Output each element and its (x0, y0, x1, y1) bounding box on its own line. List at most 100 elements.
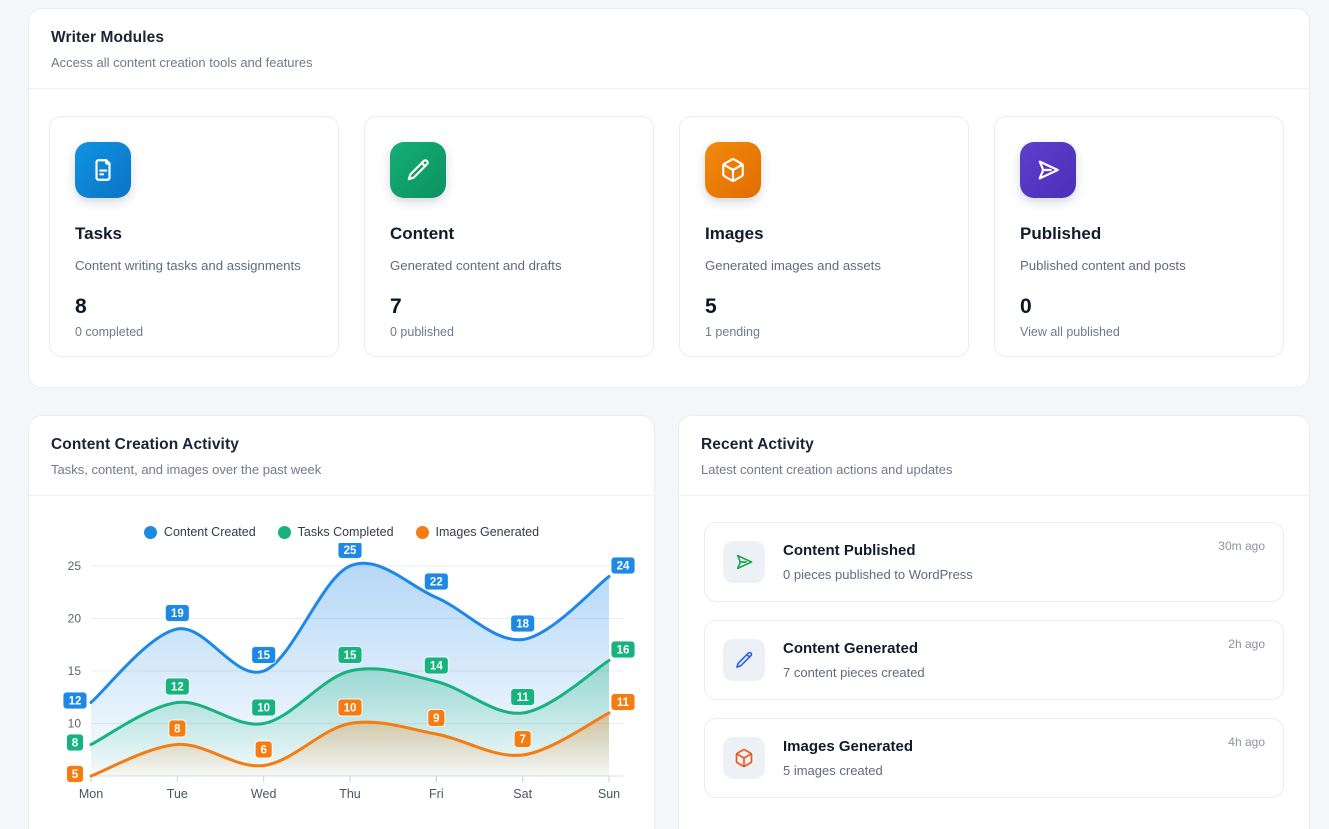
activity-item-subtitle: 7 content pieces created (783, 665, 925, 680)
svg-text:Tue: Tue (167, 787, 188, 801)
svg-text:12: 12 (171, 682, 184, 694)
activity-item-time: 2h ago (1228, 637, 1265, 651)
svg-text:15: 15 (68, 664, 82, 678)
svg-text:Thu: Thu (339, 787, 361, 801)
chart-subtitle: Tasks, content, and images over the past… (51, 462, 632, 477)
recent-activity-header: Recent Activity Latest content creation … (679, 416, 1309, 495)
svg-text:8: 8 (72, 738, 79, 750)
svg-text:9: 9 (433, 713, 439, 725)
chart-title: Content Creation Activity (51, 436, 632, 454)
send-icon-box (723, 541, 765, 583)
images-icon-box (705, 142, 761, 198)
svg-text:16: 16 (617, 645, 630, 657)
legend-dot (278, 526, 291, 539)
legend-label: Content Created (164, 525, 256, 539)
svg-text:10: 10 (68, 717, 82, 731)
module-count: 7 (390, 295, 628, 319)
svg-text:11: 11 (517, 692, 530, 704)
svg-text:12: 12 (69, 696, 82, 708)
svg-text:24: 24 (617, 561, 630, 573)
writer-modules-header: Writer Modules Access all content creati… (29, 9, 1309, 88)
box-icon-box (723, 737, 765, 779)
activity-item-time: 4h ago (1228, 735, 1265, 749)
svg-text:Wed: Wed (251, 787, 277, 801)
svg-text:25: 25 (68, 559, 82, 573)
svg-text:19: 19 (171, 608, 184, 620)
module-card-content[interactable]: Content Generated content and drafts 7 0… (364, 116, 654, 357)
chart-header: Content Creation Activity Tasks, content… (29, 416, 654, 495)
activity-item-content-published[interactable]: Content Published 0 pieces published to … (704, 522, 1284, 602)
activity-item-title: Content Generated (783, 640, 925, 657)
module-card-published[interactable]: Published Published content and posts 0 … (994, 116, 1284, 357)
svg-text:14: 14 (430, 661, 443, 673)
box-icon (720, 157, 746, 183)
module-substat: View all published (1020, 325, 1258, 339)
published-icon-box (1020, 142, 1076, 198)
send-icon (734, 552, 754, 572)
recent-activity-subtitle: Latest content creation actions and upda… (701, 462, 1287, 477)
activity-item-time: 30m ago (1218, 539, 1265, 553)
svg-text:7: 7 (519, 734, 525, 746)
legend-dot (416, 526, 429, 539)
activity-item-subtitle: 0 pieces published to WordPress (783, 567, 973, 582)
svg-text:5: 5 (72, 769, 79, 781)
tasks-icon-box (75, 142, 131, 198)
svg-text:10: 10 (257, 703, 270, 715)
svg-text:Sat: Sat (513, 787, 532, 801)
svg-text:11: 11 (617, 697, 630, 709)
content-creation-activity-panel: Content Creation Activity Tasks, content… (28, 415, 655, 829)
module-title: Tasks (75, 224, 313, 244)
recent-activity-title: Recent Activity (701, 436, 1287, 454)
activity-item-title: Images Generated (783, 738, 913, 755)
module-substat: 0 completed (75, 325, 313, 339)
pencil-icon-box (723, 639, 765, 681)
pencil-icon (734, 650, 754, 670)
content-icon-box (390, 142, 446, 198)
activity-item-content-generated[interactable]: Content Generated 7 content pieces creat… (704, 620, 1284, 700)
svg-text:20: 20 (68, 612, 82, 626)
module-substat: 0 published (390, 325, 628, 339)
page-subtitle: Access all content creation tools and fe… (51, 55, 1287, 70)
modules-row: Tasks Content writing tasks and assignme… (29, 89, 1309, 357)
activity-item-title: Content Published (783, 542, 973, 559)
svg-text:Fri: Fri (429, 787, 444, 801)
module-card-tasks[interactable]: Tasks Content writing tasks and assignme… (49, 116, 339, 357)
activity-item-body: Content Published 0 pieces published to … (783, 542, 973, 582)
module-count: 8 (75, 295, 313, 319)
activity-item-body: Images Generated 5 images created (783, 738, 913, 778)
legend-dot (144, 526, 157, 539)
writer-modules-panel: Writer Modules Access all content creati… (28, 8, 1310, 388)
file-text-icon (90, 157, 116, 183)
activity-item-subtitle: 5 images created (783, 763, 913, 778)
module-substat: 1 pending (705, 325, 943, 339)
activity-item-images-generated[interactable]: Images Generated 5 images created 4h ago (704, 718, 1284, 798)
module-count: 5 (705, 295, 943, 319)
activity-list: Content Published 0 pieces published to … (679, 496, 1309, 798)
header-divider (29, 495, 654, 496)
legend-item[interactable]: Images Generated (416, 525, 540, 539)
svg-text:6: 6 (260, 745, 266, 757)
module-description: Content writing tasks and assignments (75, 258, 313, 273)
svg-text:10: 10 (344, 703, 357, 715)
module-description: Generated images and assets (705, 258, 943, 273)
module-count: 0 (1020, 295, 1258, 319)
legend-label: Images Generated (436, 525, 540, 539)
module-card-images[interactable]: Images Generated images and assets 5 1 p… (679, 116, 969, 357)
svg-text:15: 15 (257, 650, 270, 662)
legend-item[interactable]: Tasks Completed (278, 525, 394, 539)
svg-text:22: 22 (430, 577, 443, 589)
svg-text:18: 18 (516, 619, 529, 631)
activity-line-chart: 510152025MonTueWedThuFriSatSun1219152522… (41, 543, 641, 813)
svg-text:8: 8 (174, 724, 181, 736)
recent-activity-panel: Recent Activity Latest content creation … (678, 415, 1310, 829)
send-icon (1035, 157, 1061, 183)
module-title: Content (390, 224, 628, 244)
legend-item[interactable]: Content Created (144, 525, 256, 539)
activity-item-body: Content Generated 7 content pieces creat… (783, 640, 925, 680)
svg-text:25: 25 (344, 545, 357, 557)
page-title: Writer Modules (51, 29, 1287, 47)
module-description: Generated content and drafts (390, 258, 628, 273)
svg-text:Sun: Sun (598, 787, 620, 801)
chart-legend: Content Created Tasks Completed Images Gen… (29, 525, 654, 539)
legend-label: Tasks Completed (298, 525, 394, 539)
